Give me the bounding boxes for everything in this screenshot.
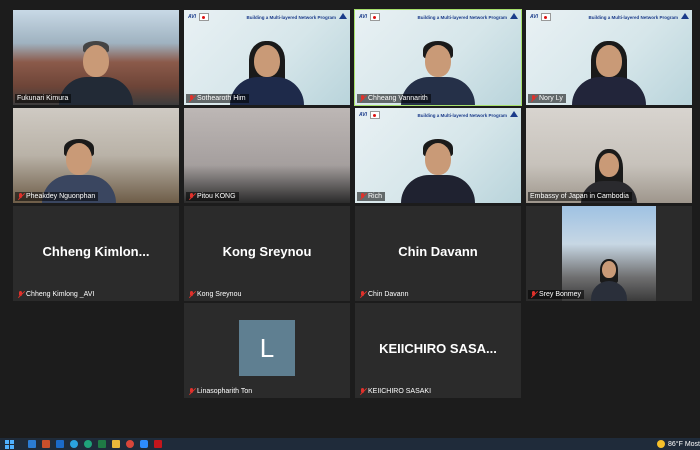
participant-name-tag: Nory Ly [528,94,566,103]
video-tile-srey-bonmey[interactable]: Srey Bonmey [526,206,692,301]
chrome-icon[interactable] [126,440,134,448]
participant-name-tag: Fukunari Kimura [15,94,72,103]
video-tile-chheang-vannarith[interactable]: AVI Building a Multi-layered Network Pro… [354,9,522,106]
participant-display-name: Chheng Kimlon... [42,244,150,259]
mountain-logo-icon [510,13,518,19]
video-tile-embassy-of-japan[interactable]: Embassy of Japan in Cambodia [526,108,692,203]
video-tile-keiichiro-sasaki[interactable]: KEIICHIRO SASA... KEIICHIRO SASAKI [355,303,521,398]
mic-off-icon [530,95,537,102]
participant-name-tag: Chheang Vannarith [357,94,431,103]
participant-name-tag: Linasopharith Ton [186,387,255,396]
zoom-icon[interactable] [140,440,148,448]
video-tile-rich[interactable]: AVI Building a Multi-layered Network Pro… [355,108,521,203]
participant-name-tag: Pheakdey Nguonphan [15,192,99,201]
mic-off-icon [188,193,195,200]
weather-widget[interactable]: 86°F Most [657,438,700,450]
japan-flag-icon [369,13,380,21]
program-banner: AVI Building a Multi-layered Network Pro… [530,13,678,21]
avatar: L [239,320,295,376]
mic-off-icon [359,388,366,395]
excel-icon[interactable] [98,440,106,448]
mountain-logo-icon [339,13,347,19]
video-tile-sothearoth-him[interactable]: AVI Building a Multi-layered Network Pro… [184,10,350,105]
start-icon[interactable] [5,439,14,449]
participant-name-tag: Chheng Kimlong _AVI [15,290,97,299]
program-banner: AVI Building a Multi-layered Network Pro… [359,111,507,119]
participant-figure [572,39,646,105]
mic-off-icon [359,95,366,102]
participant-display-name: Kong Sreynou [222,244,312,259]
acrobat-icon[interactable] [154,440,162,448]
video-tile-nory-ly[interactable]: AVI Building a Multi-layered Network Pro… [526,10,692,105]
participant-figure [591,257,627,301]
participant-name-tag: KEIICHIRO SASAKI [357,387,434,396]
japan-flag-icon [540,13,551,21]
mic-off-icon [188,95,195,102]
participant-figure [401,137,475,203]
mic-off-icon [17,291,24,298]
video-tile-fukunari-kimura[interactable]: Fukunari Kimura [13,10,179,105]
mic-off-icon [530,291,537,298]
word-icon[interactable] [28,440,36,448]
participant-display-name: Chin Davann [398,244,478,259]
mic-off-icon [17,193,24,200]
participant-name-tag: Pitou KONG [186,192,239,201]
mic-off-icon [359,291,366,298]
participant-name-tag: Rich [357,192,386,201]
participant-name-tag: Kong Sreynou [186,290,244,299]
video-tile-pitou-kong[interactable]: Pitou KONG [184,108,350,203]
mic-off-icon [188,388,195,395]
participant-video [184,108,350,203]
outlook-icon[interactable] [56,440,64,448]
mic-off-icon [359,193,366,200]
sun-icon [657,440,666,448]
windows-taskbar: 86°F Most [0,438,700,450]
mountain-logo-icon [681,13,689,19]
program-banner: AVI Building a Multi-layered Network Pro… [188,13,336,21]
participant-name-tag: Embassy of Japan in Cambodia [528,192,632,201]
video-tile-kong-sreynou[interactable]: Kong Sreynou Kong Sreynou [184,206,350,301]
telegram-icon[interactable] [70,440,78,448]
program-banner: AVI Building a Multi-layered Network Pro… [359,13,507,21]
edge-icon[interactable] [84,440,92,448]
participant-display-name: KEIICHIRO SASA... [379,341,497,356]
japan-flag-icon [369,111,380,119]
mountain-logo-icon [510,111,518,117]
japan-flag-icon [198,13,209,21]
video-tile-chin-davann[interactable]: Chin Davann Chin Davann [355,206,521,301]
video-tile-linasopharith-ton[interactable]: L Linasopharith Ton [184,303,350,398]
folder-icon[interactable] [112,440,120,448]
mic-off-icon [188,291,195,298]
participant-name-tag: Sothearoth Him [186,94,249,103]
video-tile-pheakdey-nguonphan[interactable]: Pheakdey Nguonphan [13,108,179,203]
video-tile-chheng-kimlong[interactable]: Chheng Kimlon... Chheng Kimlong _AVI [13,206,179,301]
powerpoint-icon[interactable] [42,440,50,448]
participant-name-tag: Srey Bonmey [528,290,585,299]
participant-name-tag: Chin Davann [357,290,411,299]
